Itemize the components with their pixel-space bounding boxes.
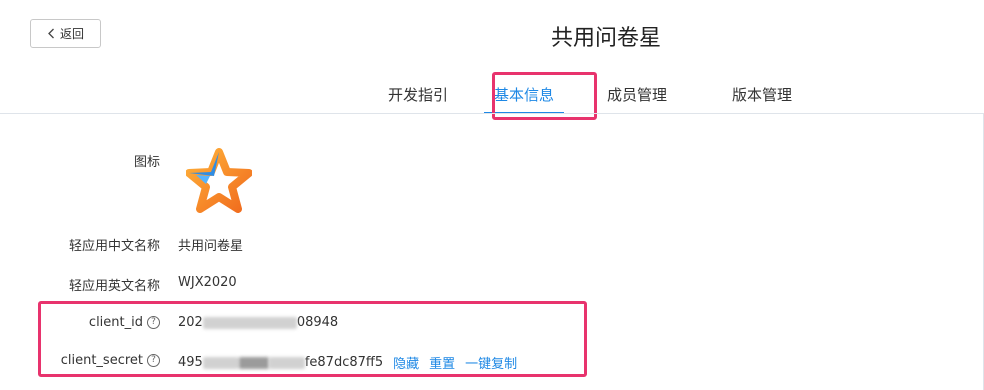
- page-title: 共用问卷星: [550, 26, 661, 51]
- en-name-value: WJX2020: [178, 275, 237, 290]
- copy-secret-link[interactable]: 一键复制: [465, 353, 517, 372]
- cn-name-label: 轻应用中文名称: [68, 239, 160, 254]
- client-secret-label-group: client_secret ?: [0, 353, 160, 368]
- client-id-value: 202 08948: [178, 315, 339, 330]
- client-secret-value: 495 fe87dc87ff5 隐藏 重置 一键复制: [178, 353, 518, 372]
- cn-name-value: 共用问卷星: [178, 239, 244, 254]
- reset-secret-link[interactable]: 重置: [429, 353, 455, 372]
- icon-label: 图标: [133, 155, 160, 170]
- tab-basic-info[interactable]: 基本信息: [476, 84, 572, 114]
- client-secret-label: client_secret: [60, 353, 143, 368]
- redacted-mask: [202, 316, 297, 329]
- header-divider: [0, 113, 984, 114]
- hide-secret-link[interactable]: 隐藏: [393, 353, 419, 372]
- client-id-label: client_id: [88, 315, 143, 330]
- redacted-mask: [202, 356, 239, 369]
- tab-bar: 开发指引 基本信息 成员管理 版本管理: [360, 84, 822, 114]
- redacted-mask: [238, 356, 269, 369]
- redacted-mask: [268, 356, 305, 369]
- app-logo-star-icon: [186, 148, 252, 213]
- tab-versions[interactable]: 版本管理: [702, 84, 822, 114]
- help-icon[interactable]: ?: [147, 354, 160, 367]
- client-id-label-group: client_id ?: [0, 315, 160, 330]
- help-icon[interactable]: ?: [147, 316, 160, 329]
- tab-members[interactable]: 成员管理: [572, 84, 702, 114]
- en-name-label: 轻应用英文名称: [68, 279, 160, 294]
- tab-dev-guide[interactable]: 开发指引: [360, 84, 476, 114]
